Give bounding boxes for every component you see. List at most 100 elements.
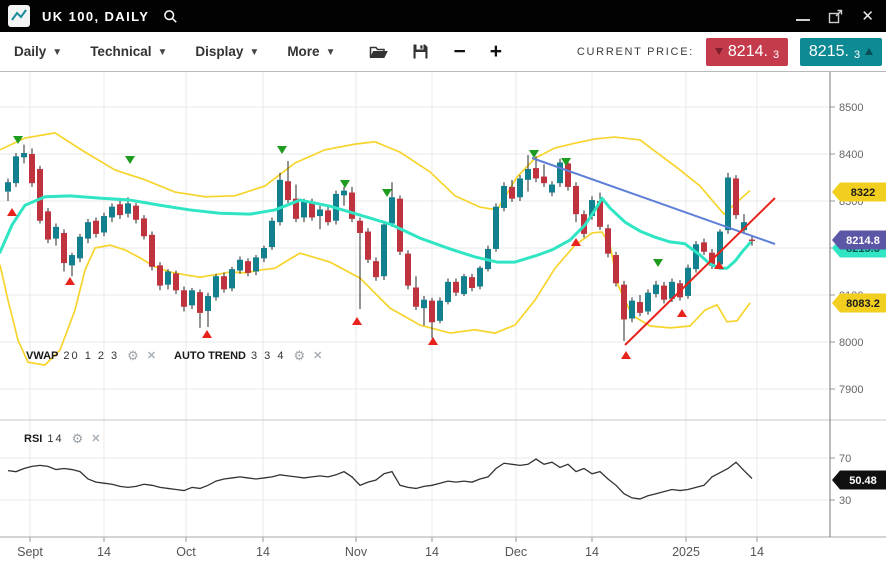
time-axis-label[interactable]: 14 xyxy=(97,545,111,559)
candle-body xyxy=(629,301,635,319)
candle-body xyxy=(69,255,75,265)
search-icon[interactable] xyxy=(163,9,178,24)
auto-trend-settings-gear-icon[interactable]: ⚙ xyxy=(293,349,305,362)
sell-price-button[interactable]: 8214. 3 xyxy=(706,38,788,66)
buy-price-value: 8215. xyxy=(809,43,849,61)
save-icon[interactable] xyxy=(412,43,429,60)
time-axis-label[interactable]: Sept xyxy=(17,545,43,559)
candle-body xyxy=(365,232,371,260)
candle-body xyxy=(717,232,723,265)
candle-body xyxy=(645,293,651,312)
rsi-axis-label[interactable]: 70 xyxy=(839,453,851,465)
candle-body xyxy=(349,193,355,219)
vwap-remove-icon[interactable]: ✕ xyxy=(147,349,156,362)
chevron-down-icon: ▼ xyxy=(52,47,62,58)
price-axis-label[interactable]: 8500 xyxy=(839,102,863,114)
candle-body xyxy=(213,276,219,297)
candle-body xyxy=(253,257,259,271)
popout-button[interactable] xyxy=(828,6,843,26)
candle-body xyxy=(477,268,483,287)
candle-body xyxy=(541,177,547,184)
vwap-settings-gear-icon[interactable]: ⚙ xyxy=(127,349,139,362)
menu-display[interactable]: Display ▼ xyxy=(195,44,259,59)
rsi-settings-gear-icon[interactable]: ⚙ xyxy=(72,432,84,445)
candle-body xyxy=(653,285,659,294)
time-axis-label[interactable]: 14 xyxy=(256,545,270,559)
buy-price-button[interactable]: 8215. 3 xyxy=(800,38,882,66)
candle-body xyxy=(573,186,579,214)
candle-body xyxy=(605,228,611,253)
candle-body xyxy=(285,181,291,200)
menu-daily[interactable]: Daily ▼ xyxy=(14,44,62,59)
candle-body xyxy=(517,178,523,197)
zoom-out-icon[interactable]: − xyxy=(453,41,465,62)
menu-more[interactable]: More ▼ xyxy=(287,44,335,59)
candle-body xyxy=(181,290,187,306)
candle-body xyxy=(357,221,363,233)
time-axis-label[interactable]: Oct xyxy=(176,545,196,559)
candle-body xyxy=(229,269,235,288)
minimize-button[interactable] xyxy=(796,6,810,26)
sell-price-decimal: 3 xyxy=(773,49,779,61)
candle-body xyxy=(413,287,419,306)
candle-body xyxy=(533,168,539,178)
time-axis-label[interactable]: 14 xyxy=(750,545,764,559)
candle-body xyxy=(5,182,11,191)
rsi-axis-label[interactable]: 30 xyxy=(839,495,851,507)
current-price-label: CURRENT PRICE: xyxy=(577,46,694,58)
candle-body xyxy=(117,204,123,215)
candle-body xyxy=(45,211,51,239)
candle-body xyxy=(93,221,99,234)
title-bar: UK 100, DAILY ✕ xyxy=(0,0,886,32)
trading-app-window: UK 100, DAILY ✕ Daily ▼ xyxy=(0,0,886,564)
time-axis-label[interactable]: Dec xyxy=(505,545,527,559)
candle-body xyxy=(493,207,499,249)
candle-body xyxy=(53,227,59,239)
price-axis-label[interactable]: 7900 xyxy=(839,384,863,396)
candle-body xyxy=(37,169,43,221)
candle-body xyxy=(693,244,699,269)
candle-body xyxy=(437,301,443,321)
candle-body xyxy=(549,185,555,193)
close-icon[interactable]: ✕ xyxy=(861,6,874,26)
menu-more-label: More xyxy=(287,44,319,59)
auto-trend-remove-icon[interactable]: ✕ xyxy=(313,349,322,362)
vwap-legend-label: VWAP xyxy=(26,350,58,362)
price-axis-label[interactable]: 8400 xyxy=(839,149,863,161)
candle-body xyxy=(341,191,347,196)
candle-body xyxy=(173,273,179,290)
time-axis-label[interactable]: 14 xyxy=(585,545,599,559)
rsi-legend: RSI 14 ⚙ ✕ xyxy=(24,432,100,445)
main-chart-legend: VWAP 20 1 2 3 ⚙ ✕ AUTO TREND 3 3 4 ⚙ ✕ xyxy=(26,349,322,362)
open-folder-icon[interactable] xyxy=(369,44,388,60)
menu-technical[interactable]: Technical ▼ xyxy=(90,44,167,59)
candle-body xyxy=(125,203,131,213)
candle-body xyxy=(157,265,163,285)
candle-body xyxy=(565,163,571,187)
candle-body xyxy=(149,235,155,267)
candle-body xyxy=(261,248,267,258)
time-axis-label[interactable]: 14 xyxy=(425,545,439,559)
bollinger-upper-tag-text: 8322 xyxy=(851,187,875,199)
sell-price-value: 8214. xyxy=(728,43,768,61)
rsi-remove-icon[interactable]: ✕ xyxy=(91,432,100,445)
candle-body xyxy=(613,255,619,283)
candle-body xyxy=(21,153,27,157)
time-axis-label[interactable]: Nov xyxy=(345,545,368,559)
menu-display-label: Display xyxy=(195,44,243,59)
candle-body xyxy=(461,276,467,294)
auto-trend-legend-params: 3 3 4 xyxy=(251,350,285,362)
candle-body xyxy=(445,282,451,302)
menu-technical-label: Technical xyxy=(90,44,151,59)
price-axis-label[interactable]: 8000 xyxy=(839,337,863,349)
time-axis-label[interactable]: 2025 xyxy=(672,545,700,559)
candle-body xyxy=(141,218,147,236)
candle-body xyxy=(205,296,211,311)
chevron-down-icon: ▼ xyxy=(249,47,259,58)
candle-body xyxy=(525,169,531,180)
candle-body xyxy=(13,156,19,183)
app-logo-icon xyxy=(8,5,30,27)
zoom-in-icon[interactable]: + xyxy=(490,41,502,62)
price-chart[interactable]: 85008400830082008100800079007030Sept14Oc… xyxy=(0,72,886,564)
candle-body xyxy=(221,276,227,289)
